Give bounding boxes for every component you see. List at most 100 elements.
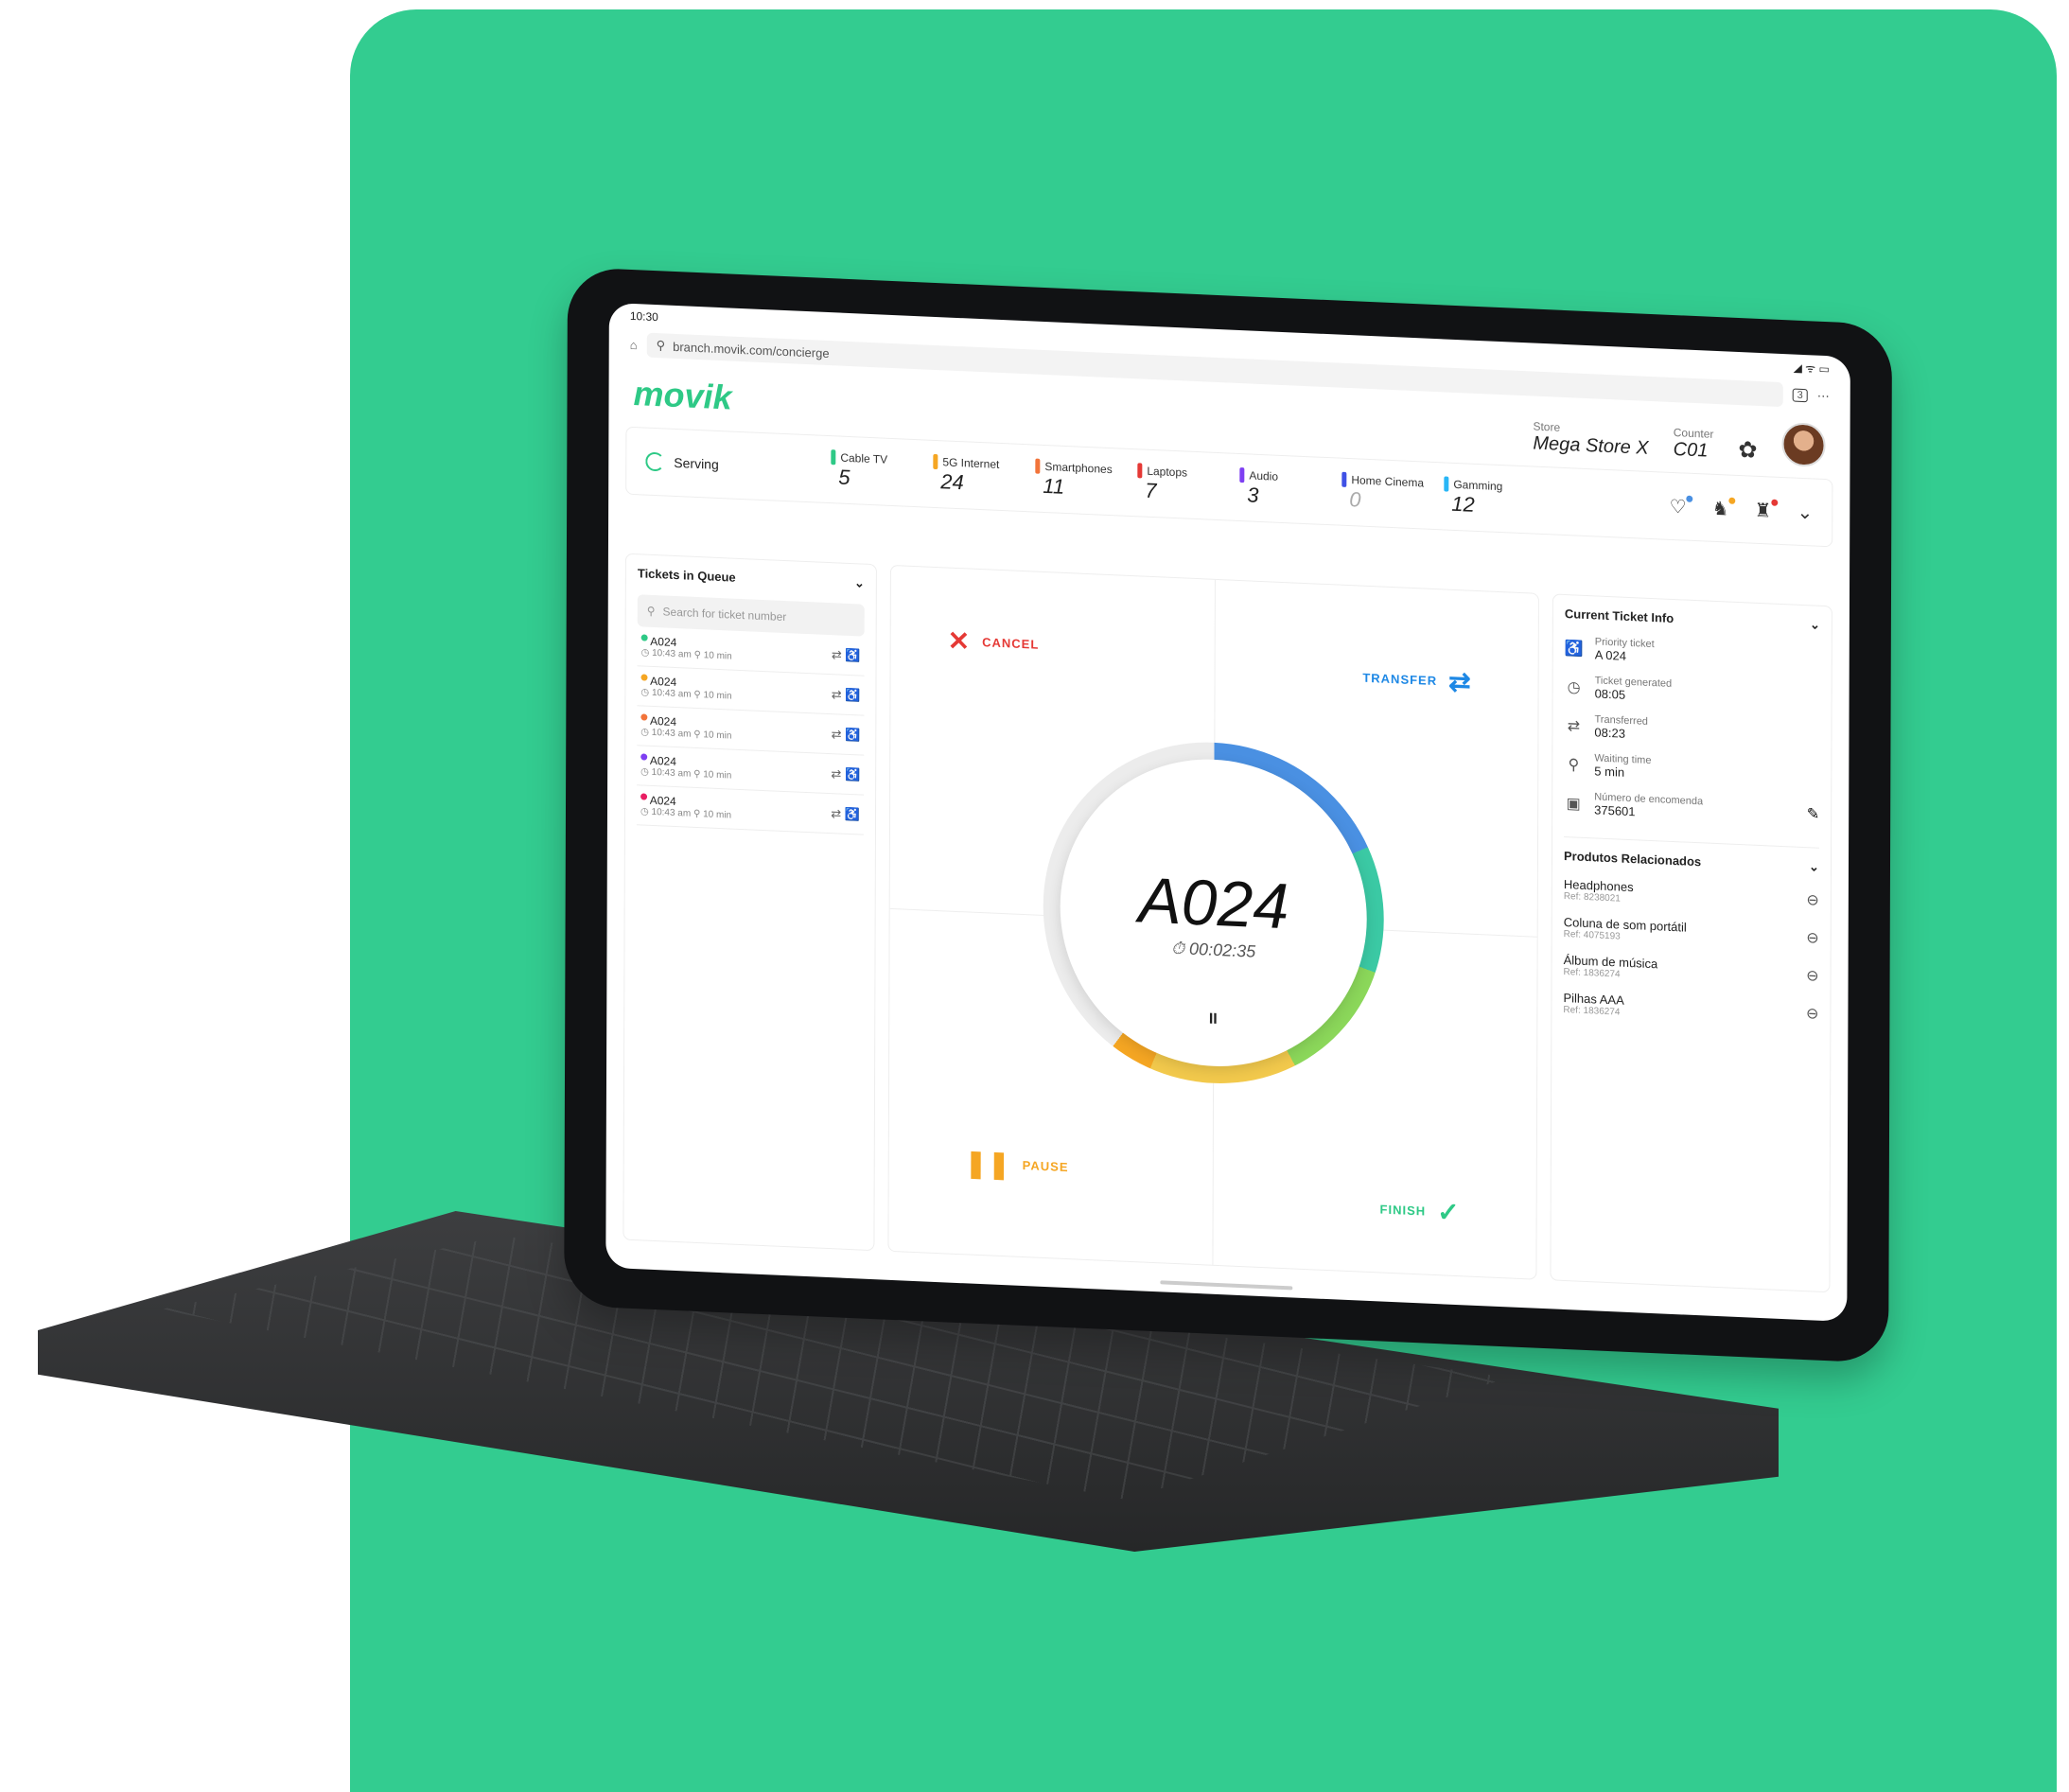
home-icon[interactable]: ⌂ — [630, 337, 638, 351]
check-icon: ✓ — [1437, 1197, 1461, 1228]
cancel-label: CANCEL — [982, 635, 1040, 652]
ticket-actions: ⇄ ♿ — [831, 766, 860, 782]
info-text: Número de encomenda 375601 — [1594, 791, 1703, 821]
category-5[interactable]: Home Cinema 0 — [1341, 471, 1425, 516]
category-1[interactable]: 5G Internet 24 — [933, 453, 1016, 498]
edit-icon[interactable]: ✎ — [1807, 804, 1819, 824]
ticket-wait: 10 min — [703, 729, 732, 742]
home-indicator — [1160, 1280, 1293, 1291]
clock-icon: ◷ — [640, 806, 652, 817]
ticket-info: A024 ◷ 10:43 am ⚲ 10 min — [640, 674, 732, 702]
tickets-panel-header[interactable]: Tickets in Queue ⌄ — [638, 566, 865, 590]
category-4[interactable]: Audio 3 — [1239, 467, 1323, 511]
ticket-wait: 10 min — [703, 650, 732, 662]
indicator-dot — [1686, 495, 1693, 502]
walking-icon: ⚲ — [691, 649, 704, 661]
category-count: 5 — [838, 465, 850, 490]
category-name: 5G Internet — [942, 455, 1000, 471]
transfer-icon[interactable]: ⇄ — [832, 687, 842, 701]
spinner-icon — [645, 451, 665, 472]
chevron-down-icon[interactable]: ⌄ — [1810, 617, 1820, 632]
info-row: ⇄ Transferred 08:23 — [1564, 712, 1819, 749]
category-0[interactable]: Cable TV 5 — [831, 449, 914, 493]
ticket-wait: 10 min — [703, 769, 732, 782]
link-icon[interactable]: ⊖ — [1806, 1004, 1818, 1024]
category-name: Audio — [1249, 468, 1279, 483]
pause-button[interactable]: ❚❚ PAUSE — [965, 1147, 1069, 1183]
info-text: Transferred 08:23 — [1594, 713, 1648, 741]
ticket-id: A024 — [650, 634, 677, 650]
category-3[interactable]: Laptops 7 — [1137, 463, 1220, 506]
timer-value: 00:02:35 — [1189, 939, 1256, 961]
link-icon[interactable]: ⊖ — [1806, 890, 1818, 910]
clock-icon: ◷ — [640, 727, 652, 738]
transfer-icon[interactable]: ⇄ — [831, 806, 841, 820]
category-color — [1137, 463, 1143, 479]
ticket-time: 10:43 am — [651, 766, 692, 780]
status-time: 10:30 — [629, 308, 658, 325]
more-icon[interactable]: ⋯ — [1817, 389, 1830, 405]
progress-ring: A024 ⏱ 00:02:35 II — [1043, 734, 1385, 1091]
ticket-time: 10:43 am — [651, 687, 692, 700]
stopwatch-icon: ⏱ — [1170, 938, 1190, 958]
link-icon[interactable]: ⊖ — [1806, 928, 1818, 948]
search-placeholder: Search for ticket number — [662, 605, 787, 624]
ticket-wait: 10 min — [703, 690, 732, 702]
filter-icon-3[interactable]: ♜ — [1755, 498, 1779, 522]
ticket-dot — [640, 674, 648, 681]
tablet-screen: 10:30 ◢ ᯤ ▭ ⌂ ⚲ branch.movik.com/concier… — [605, 302, 1850, 1323]
category-count: 12 — [1451, 491, 1475, 517]
chevron-down-icon[interactable]: ⌄ — [854, 575, 865, 590]
serving-label: Serving — [674, 454, 719, 472]
ticket-info-header[interactable]: Current Ticket Info ⌄ — [1565, 606, 1820, 633]
products-header[interactable]: Produtos Relacionados ⌄ — [1563, 835, 1820, 875]
transfer-button[interactable]: TRANSFER ⇄ — [1362, 662, 1471, 698]
category-name: Cable TV — [840, 450, 888, 466]
chevron-down-icon[interactable]: ⌄ — [1797, 500, 1813, 524]
transfer-icon[interactable]: ⇄ — [832, 727, 842, 741]
category-count: 11 — [1043, 473, 1065, 499]
transfer-label: TRANSFER — [1362, 670, 1438, 689]
category-6[interactable]: Gamming 12 — [1444, 476, 1527, 519]
wheelchair-icon[interactable]: ♿ — [845, 727, 860, 742]
category-color — [933, 453, 938, 470]
chevron-down-icon[interactable]: ⌄ — [1809, 859, 1819, 874]
category-2[interactable]: Smartphones 11 — [1035, 458, 1118, 502]
transfer-icon[interactable]: ⇄ — [831, 766, 841, 781]
wheelchair-icon[interactable]: ♿ — [845, 687, 860, 702]
walking-icon: ⚲ — [691, 729, 704, 741]
ticket-list: A024 ◷ 10:43 am ⚲ 10 min ⇄ ♿ A024 ◷ 10:43 a… — [636, 626, 865, 835]
wheelchair-icon[interactable]: ♿ — [845, 766, 860, 782]
category-count: 0 — [1349, 487, 1361, 512]
tabs-button[interactable]: 3 — [1792, 388, 1808, 403]
filter-icon-2[interactable]: ♞ — [1712, 496, 1736, 520]
cancel-button[interactable]: ✕ CANCEL — [948, 625, 1040, 660]
clock-icon: ◷ — [640, 687, 652, 698]
indicator-dot — [1771, 499, 1779, 506]
link-icon[interactable]: ⊖ — [1806, 966, 1818, 986]
ticket-time: 10:43 am — [652, 647, 692, 660]
wheelchair-icon[interactable]: ♿ — [845, 647, 860, 662]
finish-button[interactable]: FINISH ✓ — [1379, 1193, 1461, 1228]
filter-icon-1[interactable]: ♡ — [1670, 494, 1693, 518]
counter-selector[interactable]: Counter C01 — [1674, 426, 1714, 463]
ticket-dot — [640, 634, 648, 641]
counter-value: C01 — [1673, 439, 1709, 462]
info-text: Ticket generated 08:05 — [1595, 675, 1673, 704]
header-right: Store Mega Store X Counter C01 ✿ — [1533, 412, 1826, 468]
wheelchair-icon[interactable]: ♿ — [845, 806, 860, 821]
store-selector[interactable]: Store Mega Store X — [1533, 420, 1648, 460]
clock-icon: ◷ — [640, 647, 653, 659]
tablet-device: 10:30 ◢ ᯤ ▭ ⌂ ⚲ branch.movik.com/concier… — [564, 267, 1892, 1363]
product-item: Pilhas AAA Ref: 1836274 ⊖ — [1563, 991, 1818, 1027]
category-color — [831, 449, 836, 466]
ticket-info: A024 ◷ 10:43 am ⚲ 10 min — [640, 634, 732, 662]
ticket-id: A024 — [649, 713, 677, 729]
walking-icon: ⚲ — [691, 808, 704, 820]
transfer-icon[interactable]: ⇄ — [832, 647, 842, 661]
avatar[interactable] — [1781, 422, 1826, 468]
wheelchair-icon: ♿ — [1564, 640, 1584, 658]
gear-icon[interactable]: ✿ — [1738, 436, 1757, 465]
pause-toggle-button[interactable]: II — [1209, 1011, 1218, 1028]
product-item: Coluna de som portátil Ref: 4075193 ⊖ — [1564, 915, 1819, 951]
